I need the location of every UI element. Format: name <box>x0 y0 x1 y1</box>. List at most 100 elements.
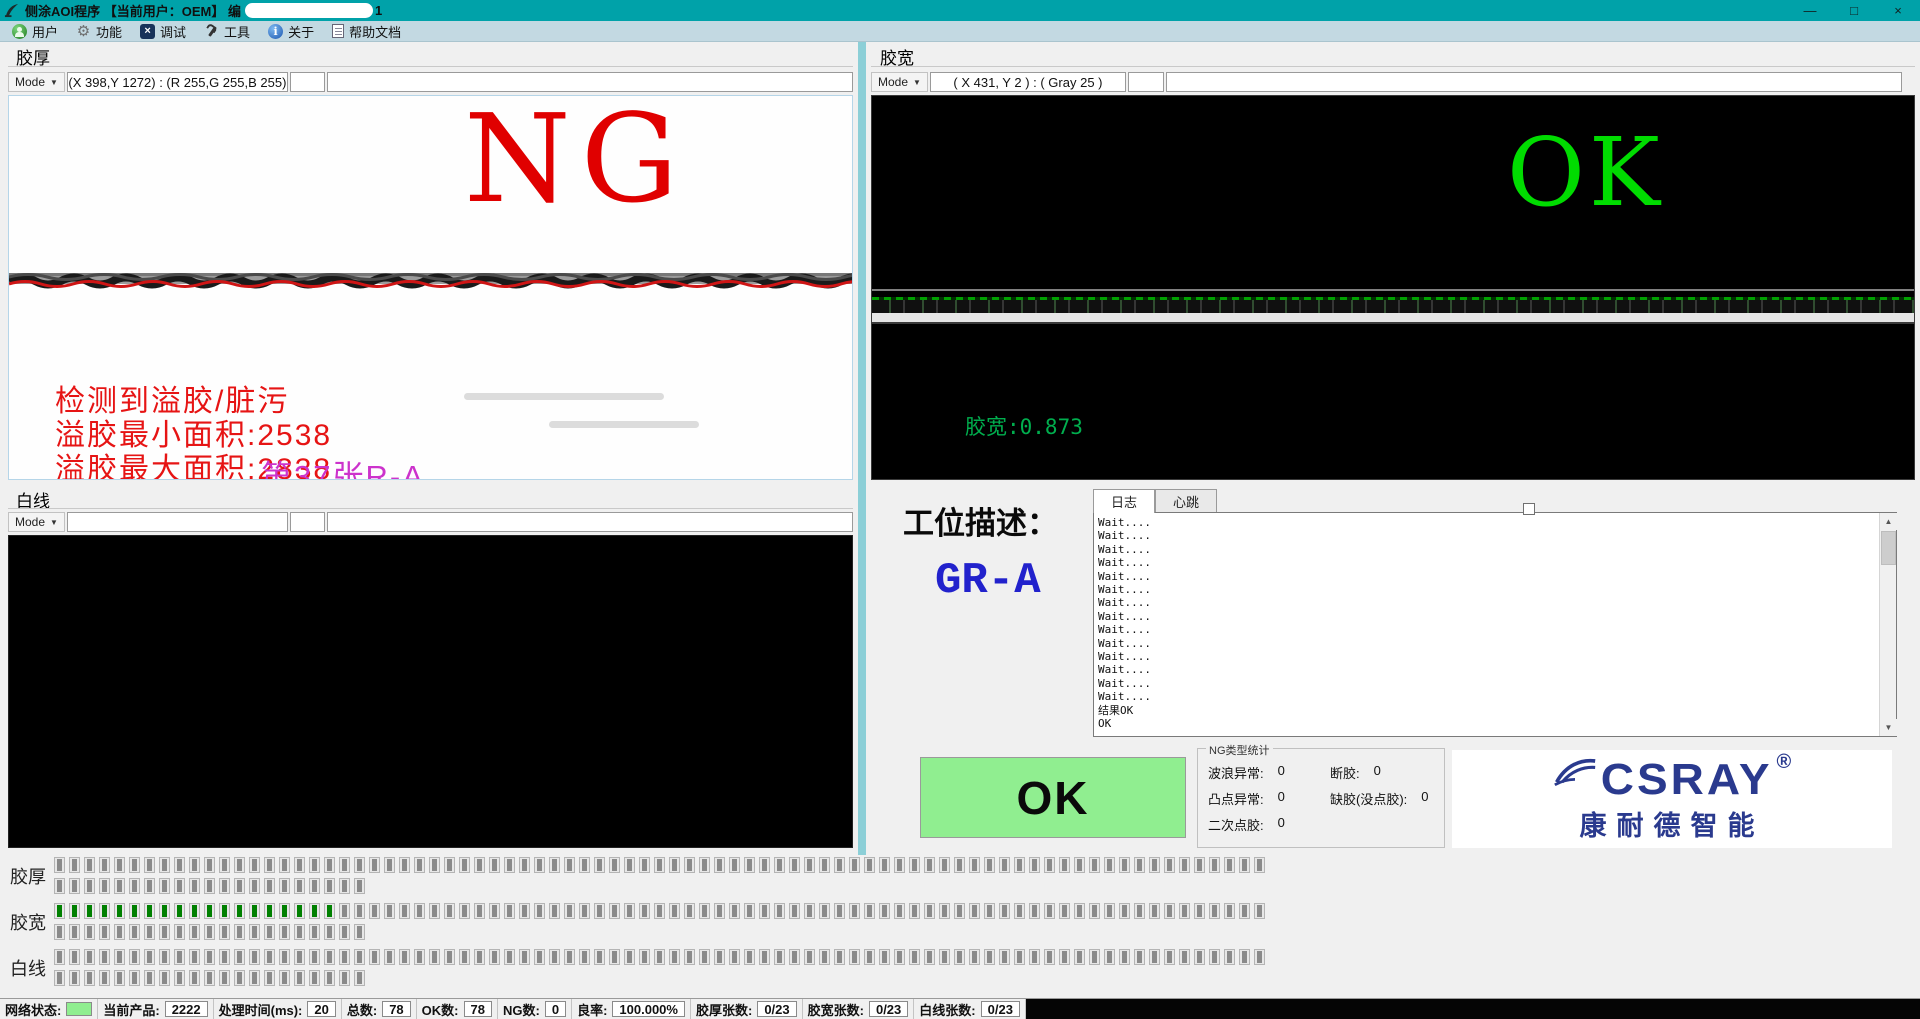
progress-cell <box>999 857 1010 873</box>
pixel-coord-field[interactable]: (X 398,Y 1272) : (R 255,G 255,B 255) <box>67 72 288 92</box>
vertical-splitter[interactable] <box>858 42 866 855</box>
log-scrollbar[interactable]: ▲ ▼ <box>1879 513 1896 736</box>
minimize-button[interactable]: — <box>1788 0 1832 21</box>
pixel-coord-field[interactable]: ( X 431, Y 2 ) : ( Gray 25 ) <box>930 72 1126 92</box>
progress-cell <box>939 903 950 919</box>
chevron-down-icon: ▼ <box>913 78 921 87</box>
progress-cell <box>114 903 125 919</box>
progress-cell <box>909 857 920 873</box>
smudge-mark <box>464 393 664 400</box>
smudge-mark <box>549 421 699 428</box>
mode-dropdown[interactable]: Mode▼ <box>8 72 65 92</box>
wide-field[interactable] <box>1166 72 1902 92</box>
progress-cell <box>204 903 215 919</box>
menu-bar: 用户功能调试工具关于帮助文档 <box>0 21 1920 42</box>
menu-item-debug[interactable]: 调试 <box>134 21 198 41</box>
progress-cell <box>774 903 785 919</box>
progress-cell <box>594 903 605 919</box>
chevron-down-icon: ▼ <box>50 518 58 527</box>
tab-log[interactable]: 日志 <box>1093 489 1155 513</box>
progress-cell <box>474 857 485 873</box>
progress-cell <box>174 949 185 965</box>
image-view-jiaohou[interactable]: NG 检测到溢胶/脏污 溢胶最小面积:2538 溢胶最大面积:2838 第37张… <box>8 95 853 480</box>
log-line: Wait.... <box>1098 570 1892 583</box>
progress-cell <box>879 903 890 919</box>
progress-cell <box>759 949 770 965</box>
progress-cell <box>189 924 200 940</box>
progress-cell <box>1014 903 1025 919</box>
progress-cell <box>384 857 395 873</box>
progress-cell <box>609 949 620 965</box>
small-field[interactable] <box>1128 72 1164 92</box>
progress-cell <box>354 857 365 873</box>
log-list[interactable]: Wait....Wait....Wait....Wait....Wait....… <box>1093 512 1897 737</box>
log-line: Wait.... <box>1098 556 1892 569</box>
progress-cell <box>174 970 185 986</box>
progress-cell <box>264 878 275 894</box>
progress-cell <box>354 949 365 965</box>
menu-item-help-doc[interactable]: 帮助文档 <box>326 21 413 41</box>
statusbar-filler <box>1026 999 1920 1019</box>
small-field[interactable] <box>290 512 326 532</box>
scrollbar-thumb[interactable] <box>1881 531 1896 565</box>
progress-cell <box>669 949 680 965</box>
progress-cell <box>684 857 695 873</box>
progress-cell <box>84 949 95 965</box>
progress-cell <box>429 949 440 965</box>
progress-cell <box>654 903 665 919</box>
image-view-jiaokuan[interactable]: OK 胶宽:0.873 <box>871 95 1915 480</box>
wide-field[interactable] <box>327 512 853 532</box>
progress-cell <box>1194 903 1205 919</box>
window-title: 侧涂AOI程序 【当前用户：OEM】 编 <box>25 1 241 20</box>
log-line: Wait.... <box>1098 610 1892 623</box>
progress-cell <box>354 970 365 986</box>
progress-cell <box>1164 949 1175 965</box>
progress-cell <box>969 949 980 965</box>
progress-cell <box>684 903 695 919</box>
progress-cell <box>249 970 260 986</box>
progress-cell <box>489 903 500 919</box>
menu-item-user[interactable]: 用户 <box>6 21 70 41</box>
progress-cell <box>354 924 365 940</box>
progress-cell <box>834 903 845 919</box>
small-field[interactable] <box>290 72 326 92</box>
log-tab-bar: 日志 心跳 <box>1093 489 1217 512</box>
menu-item-wrench[interactable]: 工具 <box>198 21 262 41</box>
pixel-coord-field[interactable] <box>67 512 288 532</box>
progress-cell <box>234 924 245 940</box>
progress-cell <box>249 949 260 965</box>
progress-cell <box>129 903 140 919</box>
progress-cell <box>429 857 440 873</box>
maximize-button[interactable]: □ <box>1832 0 1876 21</box>
progress-cell <box>984 903 995 919</box>
mode-dropdown[interactable]: Mode▼ <box>8 512 65 532</box>
progress-cell <box>354 903 365 919</box>
progress-cell <box>459 857 470 873</box>
progress-cell <box>69 903 80 919</box>
image-view-baixian[interactable] <box>8 535 853 848</box>
tab-heartbeat[interactable]: 心跳 <box>1155 489 1217 512</box>
progress-cell <box>144 857 155 873</box>
scroll-down-icon[interactable]: ▼ <box>1880 719 1897 736</box>
progress-cell <box>519 903 530 919</box>
progress-cell <box>549 949 560 965</box>
progress-cell <box>1254 857 1265 873</box>
log-checkbox[interactable] <box>1523 503 1535 515</box>
glue-line-band <box>872 289 1914 325</box>
result-text-ng: NG <box>464 95 688 230</box>
close-button[interactable]: × <box>1876 0 1920 21</box>
progress-cell <box>294 903 305 919</box>
scroll-up-icon[interactable]: ▲ <box>1880 513 1897 530</box>
progress-cell <box>264 949 275 965</box>
progress-cell <box>639 903 650 919</box>
mode-dropdown[interactable]: Mode▼ <box>871 72 928 92</box>
progress-cell <box>204 970 215 986</box>
progress-cell <box>819 949 830 965</box>
progress-cell <box>249 924 260 940</box>
wide-field[interactable] <box>327 72 853 92</box>
menu-item-gear[interactable]: 功能 <box>70 21 134 41</box>
progress-cell <box>324 878 335 894</box>
progress-cell <box>144 924 155 940</box>
menu-item-about[interactable]: 关于 <box>262 21 326 41</box>
progress-cell <box>99 924 110 940</box>
